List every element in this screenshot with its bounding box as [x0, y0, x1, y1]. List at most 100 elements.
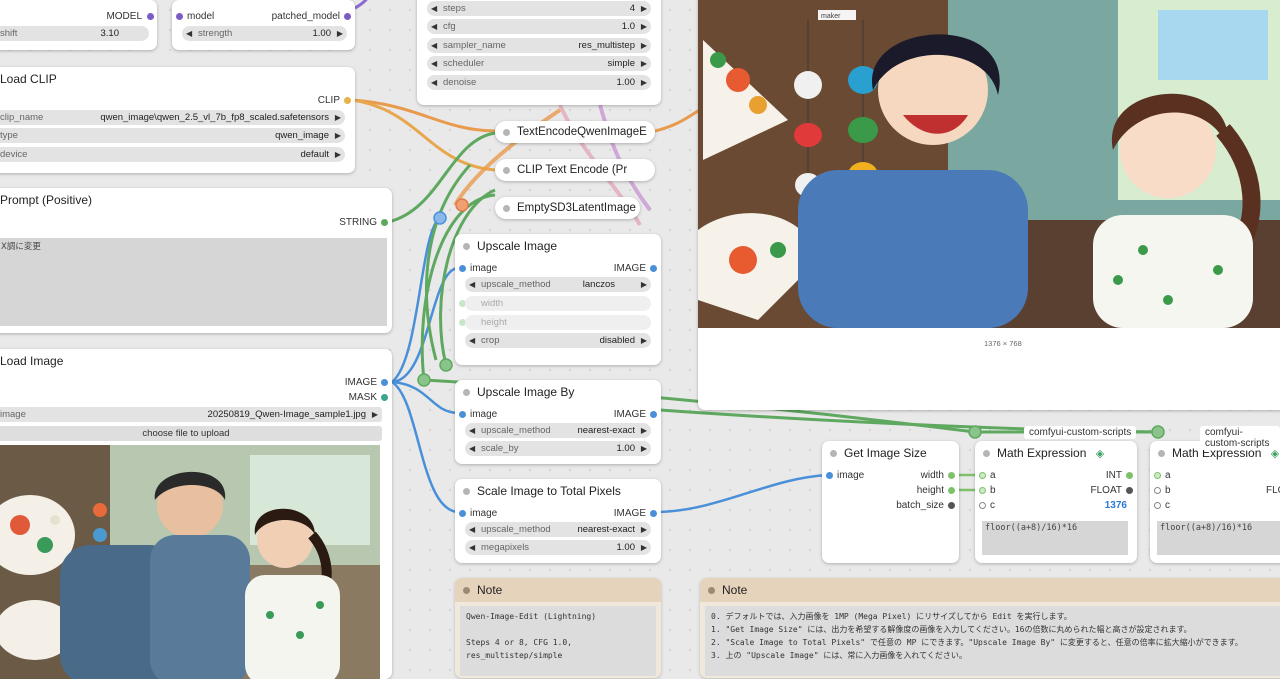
- collapse-dot-icon[interactable]: [1158, 450, 1165, 457]
- math-expression-node-2[interactable]: Math Expression ◈ a b c FLO floor((a+8)/…: [1150, 441, 1280, 563]
- math-expression-node-1[interactable]: Math Expression ◈ a b c INT FLOAT 1376 f…: [975, 441, 1137, 563]
- arrow-right-icon[interactable]: ▶: [335, 128, 341, 143]
- width-output-socket[interactable]: [948, 472, 955, 479]
- b-input-socket[interactable]: [979, 487, 986, 494]
- arrow-left-icon[interactable]: ◀: [469, 423, 475, 438]
- prompt-textarea[interactable]: X調に変更: [0, 238, 387, 326]
- arrow-left-icon[interactable]: ◀: [469, 441, 475, 456]
- int-output-socket[interactable]: [1126, 472, 1133, 479]
- arrow-right-icon[interactable]: ▶: [641, 38, 647, 53]
- collapse-dot-icon[interactable]: [503, 205, 510, 212]
- upscale-image-by-node[interactable]: Upscale Image By image IMAGE ◀ upscale_m…: [455, 380, 661, 464]
- note-node-2[interactable]: Note 0. デフォルトでは、入力画像を 1MP (Mega Pixel) に…: [700, 578, 1280, 678]
- text-encode-qwen-node[interactable]: TextEncodeQwenImageE: [495, 121, 655, 143]
- model-sampling-node[interactable]: MODEL shift 3.10: [0, 0, 157, 50]
- note-node-1[interactable]: Note Qwen-Image-Edit (Lightning) Steps 4…: [455, 578, 661, 678]
- ksampler-node[interactable]: ◀ steps 4 ▶ ◀ cfg 1.0 ▶ ◀ sampler_name r…: [417, 0, 661, 105]
- float-output-socket[interactable]: [1126, 487, 1133, 494]
- node-title[interactable]: Load Image: [0, 349, 392, 373]
- model-output-socket[interactable]: [147, 13, 154, 20]
- arrow-left-icon[interactable]: ◀: [186, 26, 192, 41]
- arrow-right-icon[interactable]: ▶: [641, 1, 647, 16]
- node-title[interactable]: Prompt (Positive): [0, 188, 392, 212]
- upscale-image-node[interactable]: Upscale Image image IMAGE ◀ upscale_meth…: [455, 234, 661, 365]
- scheduler-widget[interactable]: ◀ scheduler simple ▶: [427, 56, 651, 71]
- arrow-right-icon[interactable]: ▶: [641, 75, 647, 90]
- patched-model-socket[interactable]: [344, 13, 351, 20]
- prompt-positive-node[interactable]: Prompt (Positive) STRING X調に変更: [0, 188, 392, 333]
- collapse-dot-icon[interactable]: [708, 587, 715, 594]
- arrow-left-icon[interactable]: ◀: [431, 75, 437, 90]
- scale-total-pixels-node[interactable]: Scale Image to Total Pixels image IMAGE …: [455, 479, 661, 563]
- height-output-socket[interactable]: [948, 487, 955, 494]
- arrow-right-icon[interactable]: ▶: [372, 407, 378, 422]
- expression-textarea[interactable]: floor((a+8)/16)*16: [982, 521, 1128, 555]
- a-input-socket[interactable]: [1154, 472, 1161, 479]
- upscale-method-widget[interactable]: ◀ upscale_method nearest-exact ▶: [465, 423, 651, 438]
- collapse-dot-icon[interactable]: [463, 587, 470, 594]
- collapse-dot-icon[interactable]: [463, 389, 470, 396]
- collapse-dot-icon[interactable]: [503, 129, 510, 136]
- clip-output-socket[interactable]: [344, 97, 351, 104]
- clip-device-widget[interactable]: device default ▶: [0, 147, 345, 162]
- mask-output-socket[interactable]: [381, 394, 388, 401]
- a-input-socket[interactable]: [979, 472, 986, 479]
- b-input-socket[interactable]: [1154, 487, 1161, 494]
- arrow-right-icon[interactable]: ▶: [335, 110, 341, 125]
- collapse-dot-icon[interactable]: [463, 243, 470, 250]
- node-title[interactable]: EmptySD3LatentImage: [495, 197, 640, 219]
- megapixels-widget[interactable]: ◀ megapixels 1.00 ▶: [465, 540, 651, 555]
- expression-textarea[interactable]: floor((a+8)/16)*16: [1157, 521, 1280, 555]
- note-body[interactable]: 0. デフォルトでは、入力画像を 1MP (Mega Pixel) にリサイズし…: [705, 606, 1280, 676]
- arrow-right-icon[interactable]: ▶: [641, 522, 647, 537]
- image-input-socket[interactable]: [459, 265, 466, 272]
- arrow-left-icon[interactable]: ◀: [431, 38, 437, 53]
- crop-widget[interactable]: ◀ crop disabled ▶: [465, 333, 651, 348]
- arrow-left-icon[interactable]: ◀: [469, 540, 475, 555]
- arrow-right-icon[interactable]: ▶: [641, 333, 647, 348]
- node-title[interactable]: Get Image Size: [822, 441, 959, 465]
- string-output-socket[interactable]: [381, 219, 388, 226]
- upscale-method-widget[interactable]: ◀ upscale_method lanczos ▶: [465, 277, 651, 292]
- image-output-socket[interactable]: [650, 510, 657, 517]
- scale-by-widget[interactable]: ◀ scale_by 1.00 ▶: [465, 441, 651, 456]
- arrow-left-icon[interactable]: ◀: [431, 1, 437, 16]
- note-title-bar[interactable]: Note: [700, 578, 1280, 602]
- clip-name-widget[interactable]: clip_name qwen_image\qwen_2.5_vl_7b_fp8_…: [0, 110, 345, 125]
- empty-latent-node[interactable]: EmptySD3LatentImage: [495, 197, 640, 219]
- cfg-widget[interactable]: ◀ cfg 1.0 ▶: [427, 19, 651, 34]
- shift-widget[interactable]: shift 3.10: [0, 26, 149, 41]
- image-output-socket[interactable]: [381, 379, 388, 386]
- image-output-socket[interactable]: [650, 265, 657, 272]
- clip-type-widget[interactable]: type qwen_image ▶: [0, 128, 345, 143]
- arrow-right-icon[interactable]: ▶: [641, 441, 647, 456]
- image-input-socket[interactable]: [826, 472, 833, 479]
- model-input-socket[interactable]: [176, 13, 183, 20]
- batch-size-output-socket[interactable]: [948, 502, 955, 509]
- node-title[interactable]: Math Expression ◈: [975, 441, 1137, 465]
- node-title[interactable]: Upscale Image By: [455, 380, 661, 404]
- strength-widget[interactable]: ◀ strength 1.00 ▶: [182, 26, 347, 41]
- image-input-socket[interactable]: [459, 411, 466, 418]
- c-input-socket[interactable]: [1154, 502, 1161, 509]
- collapse-dot-icon[interactable]: [830, 450, 837, 457]
- collapse-dot-icon[interactable]: [503, 167, 510, 174]
- node-title[interactable]: TextEncodeQwenImageE: [495, 121, 655, 143]
- load-image-node[interactable]: Load Image IMAGE MASK image 20250819_Qwe…: [0, 349, 392, 679]
- arrow-right-icon[interactable]: ▶: [641, 277, 647, 292]
- arrow-right-icon[interactable]: ▶: [335, 147, 341, 162]
- arrow-left-icon[interactable]: ◀: [469, 333, 475, 348]
- clip-text-encode-node[interactable]: CLIP Text Encode (Pr: [495, 159, 655, 181]
- upscale-method-widget[interactable]: ◀ upscale_method nearest-exact ▶: [465, 522, 651, 537]
- note-title-bar[interactable]: Note: [455, 578, 661, 602]
- sampler-name-widget[interactable]: ◀ sampler_name res_multistep ▶: [427, 38, 651, 53]
- arrow-right-icon[interactable]: ▶: [641, 19, 647, 34]
- c-input-socket[interactable]: [979, 502, 986, 509]
- arrow-right-icon[interactable]: ▶: [337, 26, 343, 41]
- arrow-left-icon[interactable]: ◀: [469, 522, 475, 537]
- node-title[interactable]: Upscale Image: [455, 234, 661, 258]
- arrow-left-icon[interactable]: ◀: [469, 277, 475, 292]
- get-image-size-node[interactable]: Get Image Size image width height batch_…: [822, 441, 959, 563]
- collapse-dot-icon[interactable]: [983, 450, 990, 457]
- note-body[interactable]: Qwen-Image-Edit (Lightning) Steps 4 or 8…: [460, 606, 656, 678]
